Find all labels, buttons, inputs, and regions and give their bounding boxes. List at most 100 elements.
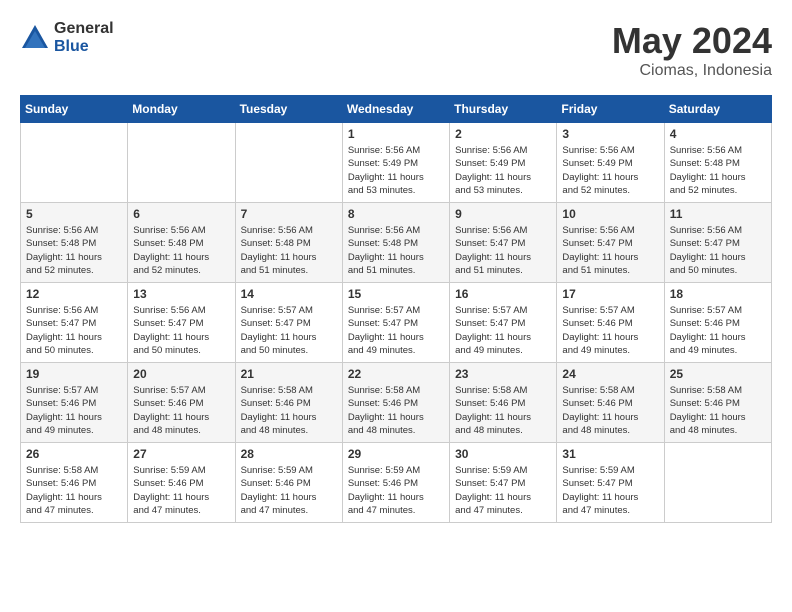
- calendar-cell: 25 Sunrise: 5:58 AM Sunset: 5:46 PM Dayli…: [664, 363, 771, 443]
- day-info: Sunrise: 5:57 AM Sunset: 5:46 PM Dayligh…: [133, 384, 229, 437]
- day-number: 8: [348, 207, 444, 221]
- weekday-header: Friday: [557, 96, 664, 123]
- logo-blue: Blue: [54, 38, 114, 56]
- day-info: Sunrise: 5:59 AM Sunset: 5:47 PM Dayligh…: [455, 464, 551, 517]
- title-block: May 2024 Ciomas, Indonesia: [612, 20, 772, 80]
- day-info: Sunrise: 5:56 AM Sunset: 5:49 PM Dayligh…: [348, 144, 444, 197]
- day-number: 7: [241, 207, 337, 221]
- day-info: Sunrise: 5:59 AM Sunset: 5:46 PM Dayligh…: [241, 464, 337, 517]
- day-info: Sunrise: 5:59 AM Sunset: 5:46 PM Dayligh…: [133, 464, 229, 517]
- day-number: 19: [26, 367, 122, 381]
- day-number: 16: [455, 287, 551, 301]
- day-number: 3: [562, 127, 658, 141]
- day-number: 21: [241, 367, 337, 381]
- calendar-cell: 27 Sunrise: 5:59 AM Sunset: 5:46 PM Dayli…: [128, 443, 235, 523]
- day-number: 5: [26, 207, 122, 221]
- calendar-week-row: 1 Sunrise: 5:56 AM Sunset: 5:49 PM Daylig…: [21, 123, 772, 203]
- day-info: Sunrise: 5:56 AM Sunset: 5:48 PM Dayligh…: [348, 224, 444, 277]
- day-info: Sunrise: 5:57 AM Sunset: 5:46 PM Dayligh…: [670, 304, 766, 357]
- calendar-cell: 21Sunrise: 5:58 AM Sunset: 5:46 PM Dayli…: [235, 363, 342, 443]
- day-info: Sunrise: 5:58 AM Sunset: 5:46 PM Dayligh…: [670, 384, 766, 437]
- calendar-cell: 6 Sunrise: 5:56 AM Sunset: 5:48 PM Daylig…: [128, 203, 235, 283]
- logo-general: General: [54, 20, 114, 38]
- calendar-cell: 5Sunrise: 5:56 AM Sunset: 5:48 PM Daylig…: [21, 203, 128, 283]
- calendar-cell: 22Sunrise: 5:58 AM Sunset: 5:46 PM Dayli…: [342, 363, 449, 443]
- day-info: Sunrise: 5:56 AM Sunset: 5:47 PM Dayligh…: [562, 224, 658, 277]
- page-header: General Blue May 2024 Ciomas, Indonesia: [20, 20, 772, 80]
- day-number: 1: [348, 127, 444, 141]
- day-info: Sunrise: 5:57 AM Sunset: 5:47 PM Dayligh…: [348, 304, 444, 357]
- day-info: Sunrise: 5:56 AM Sunset: 5:48 PM Dayligh…: [670, 144, 766, 197]
- day-number: 23: [455, 367, 551, 381]
- day-number: 2: [455, 127, 551, 141]
- calendar-cell: [21, 123, 128, 203]
- weekday-header-row: SundayMondayTuesdayWednesdayThursdayFrid…: [21, 96, 772, 123]
- day-info: Sunrise: 5:56 AM Sunset: 5:48 PM Dayligh…: [241, 224, 337, 277]
- calendar-cell: 13 Sunrise: 5:56 AM Sunset: 5:47 PM Dayli…: [128, 283, 235, 363]
- calendar-cell: 19 Sunrise: 5:57 AM Sunset: 5:46 PM Dayli…: [21, 363, 128, 443]
- day-number: 20: [133, 367, 229, 381]
- day-info: Sunrise: 5:56 AM Sunset: 5:49 PM Dayligh…: [455, 144, 551, 197]
- day-info: Sunrise: 5:56 AM Sunset: 5:48 PM Dayligh…: [133, 224, 229, 277]
- day-info: Sunrise: 5:56 AM Sunset: 5:49 PM Dayligh…: [562, 144, 658, 197]
- calendar-cell: 20 Sunrise: 5:57 AM Sunset: 5:46 PM Dayli…: [128, 363, 235, 443]
- day-number: 15: [348, 287, 444, 301]
- weekday-header: Wednesday: [342, 96, 449, 123]
- calendar-cell: 1 Sunrise: 5:56 AM Sunset: 5:49 PM Daylig…: [342, 123, 449, 203]
- calendar-cell: 9Sunrise: 5:56 AM Sunset: 5:47 PM Daylig…: [450, 203, 557, 283]
- calendar-cell: 8 Sunrise: 5:56 AM Sunset: 5:48 PM Daylig…: [342, 203, 449, 283]
- day-number: 27: [133, 447, 229, 461]
- day-info: Sunrise: 5:58 AM Sunset: 5:46 PM Dayligh…: [455, 384, 551, 437]
- calendar-cell: 26Sunrise: 5:58 AM Sunset: 5:46 PM Dayli…: [21, 443, 128, 523]
- day-number: 11: [670, 207, 766, 221]
- calendar-cell: 30 Sunrise: 5:59 AM Sunset: 5:47 PM Dayli…: [450, 443, 557, 523]
- calendar-table: SundayMondayTuesdayWednesdayThursdayFrid…: [20, 95, 772, 523]
- calendar-cell: [128, 123, 235, 203]
- day-number: 24: [562, 367, 658, 381]
- calendar-cell: 11Sunrise: 5:56 AM Sunset: 5:47 PM Dayli…: [664, 203, 771, 283]
- logo: General Blue: [20, 20, 114, 55]
- day-number: 17: [562, 287, 658, 301]
- day-info: Sunrise: 5:59 AM Sunset: 5:47 PM Dayligh…: [562, 464, 658, 517]
- calendar-cell: 16 Sunrise: 5:57 AM Sunset: 5:47 PM Dayli…: [450, 283, 557, 363]
- day-number: 6: [133, 207, 229, 221]
- day-number: 12: [26, 287, 122, 301]
- month-year: May 2024: [612, 20, 772, 62]
- calendar-week-row: 5 Sunrise: 5:56 AM Sunset: 5:48 PM Daylig…: [21, 203, 772, 283]
- day-info: Sunrise: 5:57 AM Sunset: 5:47 PM Dayligh…: [241, 304, 337, 357]
- calendar-cell: 23 Sunrise: 5:58 AM Sunset: 5:46 PM Dayli…: [450, 363, 557, 443]
- day-info: Sunrise: 5:56 AM Sunset: 5:47 PM Dayligh…: [26, 304, 122, 357]
- day-info: Sunrise: 5:57 AM Sunset: 5:46 PM Dayligh…: [562, 304, 658, 357]
- day-number: 26: [26, 447, 122, 461]
- calendar-cell: 17 Sunrise: 5:57 AM Sunset: 5:46 PM Dayli…: [557, 283, 664, 363]
- day-number: 14: [241, 287, 337, 301]
- day-number: 30: [455, 447, 551, 461]
- day-info: Sunrise: 5:56 AM Sunset: 5:47 PM Dayligh…: [455, 224, 551, 277]
- location: Ciomas, Indonesia: [612, 62, 772, 80]
- calendar-cell: 10 Sunrise: 5:56 AM Sunset: 5:47 PM Dayli…: [557, 203, 664, 283]
- day-info: Sunrise: 5:57 AM Sunset: 5:47 PM Dayligh…: [455, 304, 551, 357]
- weekday-header: Monday: [128, 96, 235, 123]
- day-number: 13: [133, 287, 229, 301]
- calendar-cell: 31Sunrise: 5:59 AM Sunset: 5:47 PM Dayli…: [557, 443, 664, 523]
- calendar-cell: 12 Sunrise: 5:56 AM Sunset: 5:47 PM Dayli…: [21, 283, 128, 363]
- weekday-header: Saturday: [664, 96, 771, 123]
- day-info: Sunrise: 5:58 AM Sunset: 5:46 PM Dayligh…: [562, 384, 658, 437]
- day-info: Sunrise: 5:56 AM Sunset: 5:47 PM Dayligh…: [133, 304, 229, 357]
- day-number: 10: [562, 207, 658, 221]
- calendar-cell: 2 Sunrise: 5:56 AM Sunset: 5:49 PM Daylig…: [450, 123, 557, 203]
- calendar-cell: 28 Sunrise: 5:59 AM Sunset: 5:46 PM Dayli…: [235, 443, 342, 523]
- day-info: Sunrise: 5:58 AM Sunset: 5:46 PM Dayligh…: [348, 384, 444, 437]
- day-number: 25: [670, 367, 766, 381]
- weekday-header: Sunday: [21, 96, 128, 123]
- day-info: Sunrise: 5:57 AM Sunset: 5:46 PM Dayligh…: [26, 384, 122, 437]
- calendar-cell: [235, 123, 342, 203]
- day-number: 29: [348, 447, 444, 461]
- weekday-header: Thursday: [450, 96, 557, 123]
- calendar-week-row: 26Sunrise: 5:58 AM Sunset: 5:46 PM Dayli…: [21, 443, 772, 523]
- calendar-cell: 18Sunrise: 5:57 AM Sunset: 5:46 PM Dayli…: [664, 283, 771, 363]
- day-number: 28: [241, 447, 337, 461]
- calendar-cell: [664, 443, 771, 523]
- weekday-header: Tuesday: [235, 96, 342, 123]
- calendar-cell: 24 Sunrise: 5:58 AM Sunset: 5:46 PM Dayli…: [557, 363, 664, 443]
